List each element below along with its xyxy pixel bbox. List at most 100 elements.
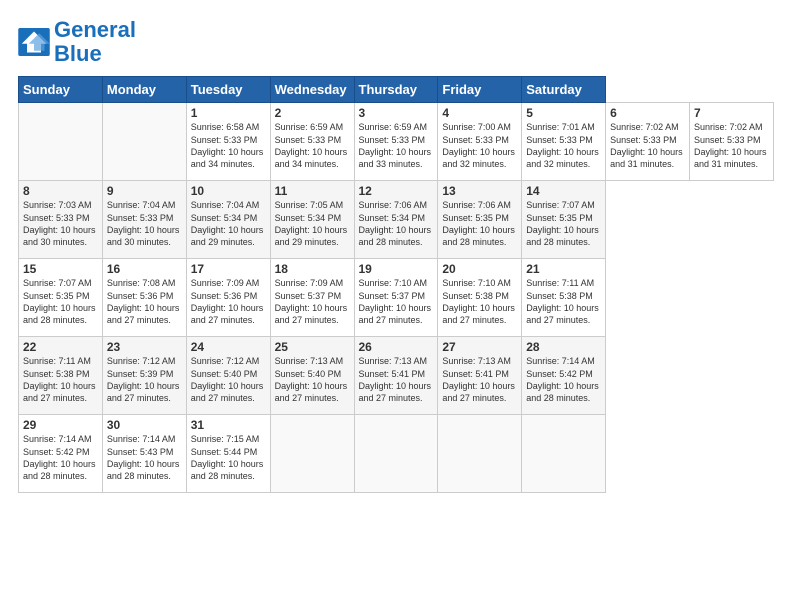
calendar-cell: 19Sunrise: 7:10 AMSunset: 5:37 PMDayligh… — [354, 259, 438, 337]
day-number: 16 — [107, 262, 182, 276]
day-info: Sunrise: 7:06 AMSunset: 5:35 PMDaylight:… — [442, 199, 517, 248]
calendar-cell: 3Sunrise: 6:59 AMSunset: 5:33 PMDaylight… — [354, 103, 438, 181]
day-info: Sunrise: 7:11 AMSunset: 5:38 PMDaylight:… — [526, 277, 601, 326]
calendar-cell: 13Sunrise: 7:06 AMSunset: 5:35 PMDayligh… — [438, 181, 522, 259]
day-info: Sunrise: 7:14 AMSunset: 5:42 PMDaylight:… — [23, 433, 98, 482]
day-number: 9 — [107, 184, 182, 198]
calendar-week-row: 15Sunrise: 7:07 AMSunset: 5:35 PMDayligh… — [19, 259, 774, 337]
day-info: Sunrise: 7:13 AMSunset: 5:41 PMDaylight:… — [359, 355, 434, 404]
day-info: Sunrise: 7:10 AMSunset: 5:38 PMDaylight:… — [442, 277, 517, 326]
day-number: 22 — [23, 340, 98, 354]
calendar-cell: 16Sunrise: 7:08 AMSunset: 5:36 PMDayligh… — [102, 259, 186, 337]
logo-icon — [18, 28, 50, 56]
calendar-cell: 31Sunrise: 7:15 AMSunset: 5:44 PMDayligh… — [186, 415, 270, 493]
calendar-cell: 9Sunrise: 7:04 AMSunset: 5:33 PMDaylight… — [102, 181, 186, 259]
day-info: Sunrise: 7:04 AMSunset: 5:33 PMDaylight:… — [107, 199, 182, 248]
day-number: 7 — [694, 106, 769, 120]
logo-text: General Blue — [54, 18, 136, 66]
day-info: Sunrise: 7:08 AMSunset: 5:36 PMDaylight:… — [107, 277, 182, 326]
calendar-cell — [438, 415, 522, 493]
day-number: 11 — [275, 184, 350, 198]
calendar-week-row: 1Sunrise: 6:58 AMSunset: 5:33 PMDaylight… — [19, 103, 774, 181]
day-info: Sunrise: 7:02 AMSunset: 5:33 PMDaylight:… — [694, 121, 769, 170]
day-number: 24 — [191, 340, 266, 354]
day-number: 13 — [442, 184, 517, 198]
day-info: Sunrise: 7:12 AMSunset: 5:40 PMDaylight:… — [191, 355, 266, 404]
day-number: 28 — [526, 340, 601, 354]
day-number: 31 — [191, 418, 266, 432]
col-header-monday: Monday — [102, 77, 186, 103]
day-info: Sunrise: 6:58 AMSunset: 5:33 PMDaylight:… — [191, 121, 266, 170]
day-number: 26 — [359, 340, 434, 354]
calendar-cell: 30Sunrise: 7:14 AMSunset: 5:43 PMDayligh… — [102, 415, 186, 493]
day-info: Sunrise: 7:04 AMSunset: 5:34 PMDaylight:… — [191, 199, 266, 248]
calendar-week-row: 8Sunrise: 7:03 AMSunset: 5:33 PMDaylight… — [19, 181, 774, 259]
calendar-cell: 22Sunrise: 7:11 AMSunset: 5:38 PMDayligh… — [19, 337, 103, 415]
day-number: 12 — [359, 184, 434, 198]
calendar-cell: 14Sunrise: 7:07 AMSunset: 5:35 PMDayligh… — [522, 181, 606, 259]
day-number: 8 — [23, 184, 98, 198]
day-number: 10 — [191, 184, 266, 198]
day-number: 5 — [526, 106, 601, 120]
col-header-wednesday: Wednesday — [270, 77, 354, 103]
calendar-cell — [19, 103, 103, 181]
day-info: Sunrise: 7:13 AMSunset: 5:41 PMDaylight:… — [442, 355, 517, 404]
day-info: Sunrise: 7:01 AMSunset: 5:33 PMDaylight:… — [526, 121, 601, 170]
col-header-tuesday: Tuesday — [186, 77, 270, 103]
day-number: 27 — [442, 340, 517, 354]
day-info: Sunrise: 7:09 AMSunset: 5:36 PMDaylight:… — [191, 277, 266, 326]
day-info: Sunrise: 7:07 AMSunset: 5:35 PMDaylight:… — [526, 199, 601, 248]
col-header-friday: Friday — [438, 77, 522, 103]
day-info: Sunrise: 7:00 AMSunset: 5:33 PMDaylight:… — [442, 121, 517, 170]
day-info: Sunrise: 6:59 AMSunset: 5:33 PMDaylight:… — [275, 121, 350, 170]
day-number: 3 — [359, 106, 434, 120]
col-header-saturday: Saturday — [522, 77, 606, 103]
day-info: Sunrise: 7:03 AMSunset: 5:33 PMDaylight:… — [23, 199, 98, 248]
calendar-cell: 27Sunrise: 7:13 AMSunset: 5:41 PMDayligh… — [438, 337, 522, 415]
page-container: General Blue SundayMondayTuesdayWednesda… — [0, 0, 792, 503]
day-info: Sunrise: 7:10 AMSunset: 5:37 PMDaylight:… — [359, 277, 434, 326]
day-info: Sunrise: 7:13 AMSunset: 5:40 PMDaylight:… — [275, 355, 350, 404]
calendar-cell: 6Sunrise: 7:02 AMSunset: 5:33 PMDaylight… — [606, 103, 690, 181]
calendar-cell: 15Sunrise: 7:07 AMSunset: 5:35 PMDayligh… — [19, 259, 103, 337]
calendar-cell: 25Sunrise: 7:13 AMSunset: 5:40 PMDayligh… — [270, 337, 354, 415]
day-info: Sunrise: 7:06 AMSunset: 5:34 PMDaylight:… — [359, 199, 434, 248]
day-number: 1 — [191, 106, 266, 120]
day-number: 2 — [275, 106, 350, 120]
calendar-cell — [102, 103, 186, 181]
calendar-cell: 4Sunrise: 7:00 AMSunset: 5:33 PMDaylight… — [438, 103, 522, 181]
calendar-cell: 11Sunrise: 7:05 AMSunset: 5:34 PMDayligh… — [270, 181, 354, 259]
day-info: Sunrise: 7:11 AMSunset: 5:38 PMDaylight:… — [23, 355, 98, 404]
day-number: 21 — [526, 262, 601, 276]
calendar-cell: 21Sunrise: 7:11 AMSunset: 5:38 PMDayligh… — [522, 259, 606, 337]
calendar-cell: 12Sunrise: 7:06 AMSunset: 5:34 PMDayligh… — [354, 181, 438, 259]
day-number: 4 — [442, 106, 517, 120]
day-number: 23 — [107, 340, 182, 354]
calendar-cell: 5Sunrise: 7:01 AMSunset: 5:33 PMDaylight… — [522, 103, 606, 181]
day-number: 19 — [359, 262, 434, 276]
calendar-cell — [354, 415, 438, 493]
calendar-cell: 8Sunrise: 7:03 AMSunset: 5:33 PMDaylight… — [19, 181, 103, 259]
day-info: Sunrise: 7:14 AMSunset: 5:42 PMDaylight:… — [526, 355, 601, 404]
calendar-table: SundayMondayTuesdayWednesdayThursdayFrid… — [18, 76, 774, 493]
calendar-cell: 28Sunrise: 7:14 AMSunset: 5:42 PMDayligh… — [522, 337, 606, 415]
calendar-cell: 2Sunrise: 6:59 AMSunset: 5:33 PMDaylight… — [270, 103, 354, 181]
calendar-cell: 1Sunrise: 6:58 AMSunset: 5:33 PMDaylight… — [186, 103, 270, 181]
calendar-week-row: 22Sunrise: 7:11 AMSunset: 5:38 PMDayligh… — [19, 337, 774, 415]
day-info: Sunrise: 7:15 AMSunset: 5:44 PMDaylight:… — [191, 433, 266, 482]
calendar-header-row: SundayMondayTuesdayWednesdayThursdayFrid… — [19, 77, 774, 103]
day-number: 20 — [442, 262, 517, 276]
day-info: Sunrise: 6:59 AMSunset: 5:33 PMDaylight:… — [359, 121, 434, 170]
calendar-cell: 20Sunrise: 7:10 AMSunset: 5:38 PMDayligh… — [438, 259, 522, 337]
day-number: 14 — [526, 184, 601, 198]
calendar-cell: 18Sunrise: 7:09 AMSunset: 5:37 PMDayligh… — [270, 259, 354, 337]
day-info: Sunrise: 7:12 AMSunset: 5:39 PMDaylight:… — [107, 355, 182, 404]
calendar-cell — [522, 415, 606, 493]
day-number: 25 — [275, 340, 350, 354]
col-header-sunday: Sunday — [19, 77, 103, 103]
day-info: Sunrise: 7:05 AMSunset: 5:34 PMDaylight:… — [275, 199, 350, 248]
day-number: 29 — [23, 418, 98, 432]
calendar-cell: 23Sunrise: 7:12 AMSunset: 5:39 PMDayligh… — [102, 337, 186, 415]
day-info: Sunrise: 7:14 AMSunset: 5:43 PMDaylight:… — [107, 433, 182, 482]
logo: General Blue — [18, 18, 136, 66]
